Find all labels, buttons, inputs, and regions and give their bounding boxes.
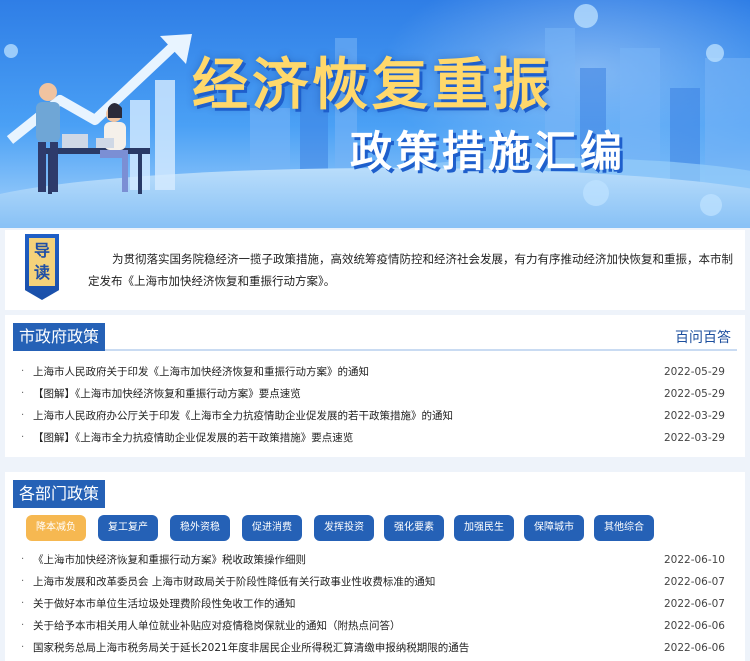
list-item[interactable]: · 上海市发展和改革委员会 上海市财政局关于阶段性降低有关行政事业性收费标准的通… [21, 571, 729, 593]
city-policy-list: · 上海市人民政府关于印发《上海市加快经济恢复和重振行动方案》的通知 2022-… [21, 361, 729, 449]
list-item-date: 2022-05-29 [663, 366, 725, 378]
banner-title: 经济恢复重振 [192, 53, 552, 118]
guide-tag-text: 导 读 [29, 238, 55, 286]
faq-link[interactable]: 百问百答 [675, 327, 731, 347]
guide-tag-char: 读 [33, 263, 50, 282]
list-item-date: 2022-06-10 [663, 554, 725, 566]
bubble [700, 194, 722, 216]
city-policy-title: 市政府政策 [13, 323, 106, 351]
list-item-title[interactable]: 国家税务总局上海市税务局关于延长2021年度非居民企业所得税汇算清缴申报纳税期限… [33, 642, 469, 654]
list-item[interactable]: · 【图解】《上海市加快经济恢复和重振行动方案》要点速览 2022-05-29 [21, 383, 729, 405]
guide-tag-char: 导 [33, 241, 50, 260]
banner-subtitle: 政策措施汇编 [350, 127, 627, 176]
list-item[interactable]: · 关于给予本市相关用人单位就业补贴应对疫情稳岗保就业的通知（附热点问答） 20… [21, 615, 729, 637]
list-item-title[interactable]: 【图解】《上海市加快经济恢复和重振行动方案》要点速览 [33, 388, 301, 400]
bullet-icon: · [21, 432, 25, 443]
bullet-icon: · [21, 598, 25, 609]
list-item-title[interactable]: 关于做好本市单位生活垃圾处理费阶段性免收工作的通知 [33, 598, 296, 610]
tab-consumption[interactable]: 促进消费恢复 [242, 515, 302, 559]
bullet-icon: · [21, 554, 25, 565]
list-item-date: 2022-06-07 [663, 598, 725, 610]
bullet-icon: · [21, 366, 25, 377]
list-item-date: 2022-05-29 [663, 388, 725, 400]
bullet-icon: · [21, 576, 25, 587]
tab-factor-support[interactable]: 强化要素保障 [384, 515, 444, 559]
tab-foreign-trade[interactable]: 稳外资稳外贸 [170, 515, 230, 559]
tab-livelihood[interactable]: 加强民生保障 [454, 515, 514, 559]
bubble [583, 180, 609, 206]
list-item[interactable]: · 上海市人民政府办公厅关于印发《上海市全力抗疫情助企业促发展的若干政策措施》的… [21, 405, 729, 427]
bubble [574, 4, 598, 28]
banner: 经济恢复重振 政策措施汇编 [0, 0, 750, 228]
bullet-icon: · [21, 642, 25, 653]
bullet-icon: · [21, 620, 25, 631]
tab-investment[interactable]: 发挥投资作用 [314, 515, 374, 559]
intro-text: 为贯彻落实国务院稳经济一揽子政策措施，高效统筹疫情防控和经济社会发展，有力有序推… [88, 252, 733, 288]
list-item-date: 2022-03-29 [663, 432, 725, 444]
list-item-title[interactable]: 上海市人民政府关于印发《上海市加快经济恢复和重振行动方案》的通知 [33, 366, 369, 378]
list-item-date: 2022-03-29 [663, 410, 725, 422]
bubble [706, 44, 724, 62]
list-item[interactable]: · 上海市人民政府关于印发《上海市加快经济恢复和重振行动方案》的通知 2022-… [21, 361, 729, 383]
intro-section: 导 读 为贯彻落实国务院稳经济一揽子政策措施，高效统筹疫情防控和经济社会发展，有… [5, 230, 745, 310]
dept-policy-title: 各部门政策 [13, 480, 106, 508]
list-item-date: 2022-06-07 [663, 576, 725, 588]
guide-tag: 导 读 [25, 234, 59, 300]
list-item[interactable]: · 国家税务总局上海市税务局关于延长2021年度非居民企业所得税汇算清缴申报纳税… [21, 637, 729, 659]
list-item-date: 2022-06-06 [663, 620, 725, 632]
bullet-icon: · [21, 388, 25, 399]
city-policy-header: 市政府政策 百问百答 [13, 323, 737, 351]
tab-cost-reduction[interactable]: 降本减负纾困 [26, 515, 86, 559]
dept-policy-panel: 各部门政策 · 《上海市加快经济恢复和重振行动方案》税收政策操作细则 2022-… [5, 472, 745, 661]
city-policy-panel: 市政府政策 百问百答 · 上海市人民政府关于印发《上海市加快经济恢复和重振行动方… [5, 315, 745, 457]
tab-city-operation[interactable]: 保障城市运行 [524, 515, 584, 559]
business-people-illustration [6, 34, 192, 194]
list-item[interactable]: · 【图解】《上海市全力抗疫情助企业促发展的若干政策措施》要点速览 2022-0… [21, 427, 729, 449]
list-item[interactable]: · 关于做好本市单位生活垃圾处理费阶段性免收工作的通知 2022-06-07 [21, 593, 729, 615]
list-item-title[interactable]: 上海市发展和改革委员会 上海市财政局关于阶段性降低有关行政事业性收费标准的通知 [33, 576, 435, 588]
tab-other-policies[interactable]: 其他综合政策 [594, 515, 654, 559]
list-item-title[interactable]: 关于给予本市相关用人单位就业补贴应对疫情稳岗保就业的通知（附热点问答） [33, 620, 401, 632]
list-item-title[interactable]: 上海市人民政府办公厅关于印发《上海市全力抗疫情助企业促发展的若干政策措施》的通知 [33, 410, 453, 422]
tab-resume-work[interactable]: 复工复产复市 [98, 515, 158, 559]
list-item-title[interactable]: 【图解】《上海市全力抗疫情助企业促发展的若干政策措施》要点速览 [33, 432, 353, 444]
bullet-icon: · [21, 410, 25, 421]
dept-policy-header: 各部门政策 [13, 480, 737, 508]
list-item-date: 2022-06-06 [663, 642, 725, 654]
